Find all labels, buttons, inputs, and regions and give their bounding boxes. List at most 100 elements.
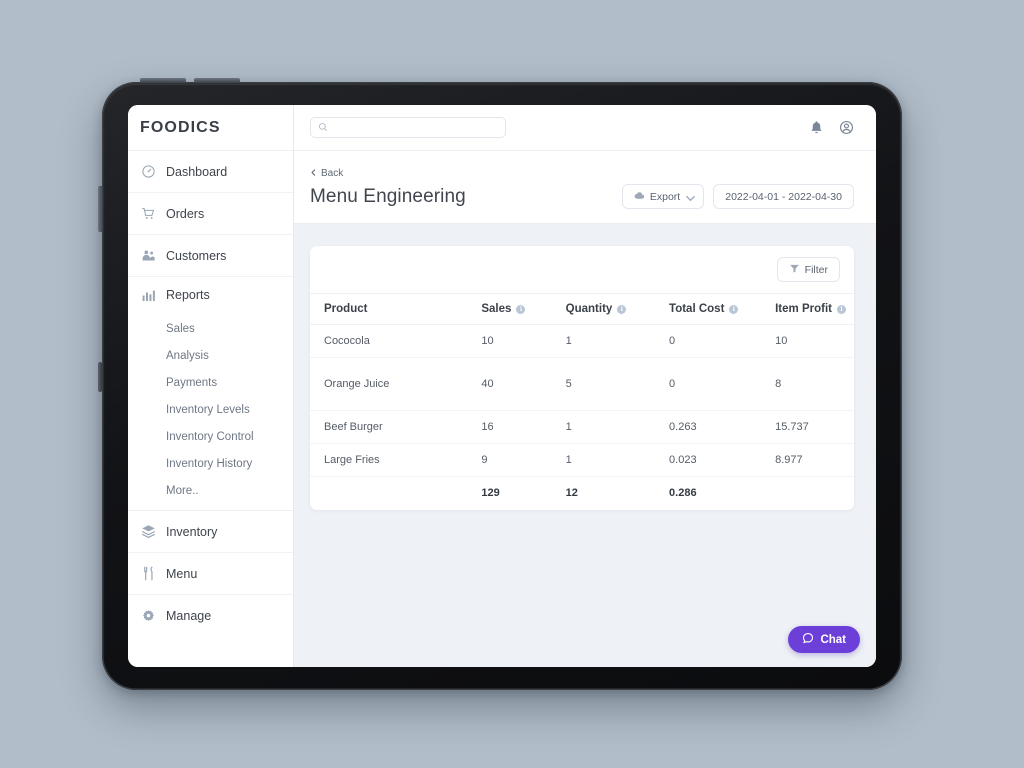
power-button[interactable]	[98, 186, 103, 232]
submenu-item-analysis[interactable]: Analysis	[128, 342, 293, 369]
submenu-item-sales[interactable]: Sales	[128, 315, 293, 342]
totals-total-cost: 0.286	[669, 487, 697, 500]
totals-item-profit	[775, 477, 854, 510]
cutlery-icon	[141, 566, 156, 581]
table-head: Product Sales i Quantity i Total Cost i …	[310, 293, 854, 325]
chat-bubble-icon	[802, 632, 814, 647]
gauge-icon	[141, 164, 156, 179]
sidebar-item-label: Manage	[166, 609, 212, 623]
cell-total-cost: 0	[669, 357, 776, 411]
tablet-device: FOODICS Dashboard Orders Customers Repor…	[98, 78, 902, 690]
page-title: Menu Engineering	[310, 185, 466, 207]
column-label: Sales	[481, 303, 512, 315]
back-link[interactable]: Back	[310, 168, 343, 179]
sidebar-item-customers[interactable]: Customers	[128, 235, 293, 277]
brand-logo[interactable]: FOODICS	[128, 105, 293, 151]
sidebar-item-label: Dashboard	[166, 164, 228, 179]
submenu-item-inventory-control[interactable]: Inventory Control	[128, 423, 293, 450]
export-button[interactable]: Export	[621, 184, 705, 209]
page-header: Back Menu Engineering Export 2022-04-01 …	[294, 151, 876, 224]
column-label: Quantity	[565, 303, 613, 315]
sidebar-item-label: Menu	[166, 566, 198, 581]
cell-quantity: 1	[565, 443, 670, 477]
menu-engineering-table: Product Sales i Quantity i Total Cost i …	[310, 293, 854, 510]
cell-item-profit: 8.977	[775, 443, 854, 477]
totals-quantity: 12	[565, 487, 578, 500]
submenu-label: Payments	[166, 376, 218, 389]
side-connector	[98, 362, 102, 392]
submenu-item-more[interactable]: More..	[128, 477, 293, 504]
totals-sales: 129	[481, 487, 500, 500]
submenu-label: Inventory History	[166, 457, 253, 470]
submenu-item-inventory-levels[interactable]: Inventory Levels	[128, 396, 293, 423]
cell-sales: 40	[481, 357, 566, 411]
sidebar: FOODICS Dashboard Orders Customers Repor…	[128, 105, 294, 667]
filter-button[interactable]: Filter	[776, 257, 840, 282]
bell-icon[interactable]	[809, 120, 824, 135]
top-bar	[294, 105, 876, 151]
chat-button[interactable]: Chat	[788, 626, 860, 653]
sidebar-item-orders[interactable]: Orders	[128, 193, 293, 235]
table-row[interactable]: Large Fries 9 1 0.023 8.977	[310, 443, 854, 477]
chevron-down-icon	[685, 193, 696, 202]
volume-up-button[interactable]	[140, 78, 186, 83]
cell-total-cost: 0.023	[669, 443, 776, 477]
sidebar-item-dashboard[interactable]: Dashboard	[128, 151, 293, 193]
volume-down-button[interactable]	[194, 78, 240, 83]
column-header-total-cost[interactable]: Total Cost i	[669, 293, 776, 325]
info-icon[interactable]: i	[729, 304, 739, 314]
sidebar-item-reports[interactable]: Reports	[128, 277, 293, 313]
chevron-left-icon	[310, 168, 317, 179]
sidebar-item-manage[interactable]: Manage	[128, 595, 293, 637]
column-label: Item Profit	[775, 303, 832, 315]
info-icon[interactable]: i	[617, 304, 627, 314]
column-label: Total Cost	[669, 303, 725, 315]
table-body: Cococola 10 1 0 10 Orange Juice 40 5 0 8…	[310, 324, 854, 510]
brand-name: FOODICS	[140, 118, 221, 136]
user-avatar-icon[interactable]	[839, 120, 854, 135]
search-input[interactable]	[333, 121, 498, 134]
cell-product: Large Fries	[310, 443, 482, 477]
page-actions: Export 2022-04-01 - 2022-04-30	[621, 184, 854, 209]
tablet-screen: FOODICS Dashboard Orders Customers Repor…	[128, 105, 876, 667]
sidebar-item-label: Orders	[166, 206, 205, 221]
submenu-label: Inventory Levels	[166, 403, 250, 416]
cell-quantity: 1	[565, 324, 670, 358]
cell-sales: 10	[481, 324, 566, 358]
submenu-label: Sales	[166, 322, 195, 335]
cell-product: Cococola	[310, 324, 482, 358]
layers-icon	[141, 524, 156, 539]
cell-product: Beef Burger	[310, 410, 482, 444]
info-icon[interactable]: i	[836, 304, 846, 314]
chat-label: Chat	[820, 633, 846, 646]
sidebar-item-menu[interactable]: Menu	[128, 553, 293, 595]
submenu-label: Analysis	[166, 349, 209, 362]
column-header-product[interactable]: Product	[310, 293, 482, 325]
table-header-row: Product Sales i Quantity i Total Cost i …	[310, 293, 854, 325]
shopping-cart-icon	[141, 206, 156, 221]
column-header-sales[interactable]: Sales i	[481, 293, 566, 325]
submenu-item-inventory-history[interactable]: Inventory History	[128, 450, 293, 477]
filter-label: Filter	[804, 263, 828, 276]
column-header-item-profit[interactable]: Item Profit i	[775, 293, 854, 325]
sidebar-item-label: Inventory	[166, 524, 218, 539]
cell-product: Orange Juice	[310, 357, 482, 411]
users-icon	[141, 248, 156, 263]
cell-item-profit: 8	[775, 357, 854, 411]
export-label: Export	[649, 190, 681, 203]
sidebar-item-inventory[interactable]: Inventory	[128, 511, 293, 553]
cell-sales: 9	[481, 443, 566, 477]
table-row[interactable]: Cococola 10 1 0 10	[310, 324, 854, 358]
info-icon[interactable]: i	[516, 304, 526, 314]
content-area: Filter Product Sales i Quantity i Total …	[294, 224, 876, 667]
column-label: Product	[324, 303, 368, 315]
table-row[interactable]: Orange Juice 40 5 0 8	[310, 357, 854, 411]
submenu-item-payments[interactable]: Payments	[128, 369, 293, 396]
column-header-quantity[interactable]: Quantity i	[565, 293, 670, 325]
totals-product	[310, 477, 481, 510]
back-label: Back	[321, 168, 344, 179]
search-box[interactable]	[310, 117, 506, 138]
funnel-icon	[789, 263, 800, 277]
date-range-picker[interactable]: 2022-04-01 - 2022-04-30	[713, 184, 854, 209]
table-row[interactable]: Beef Burger 16 1 0.263 15.737	[310, 410, 854, 444]
